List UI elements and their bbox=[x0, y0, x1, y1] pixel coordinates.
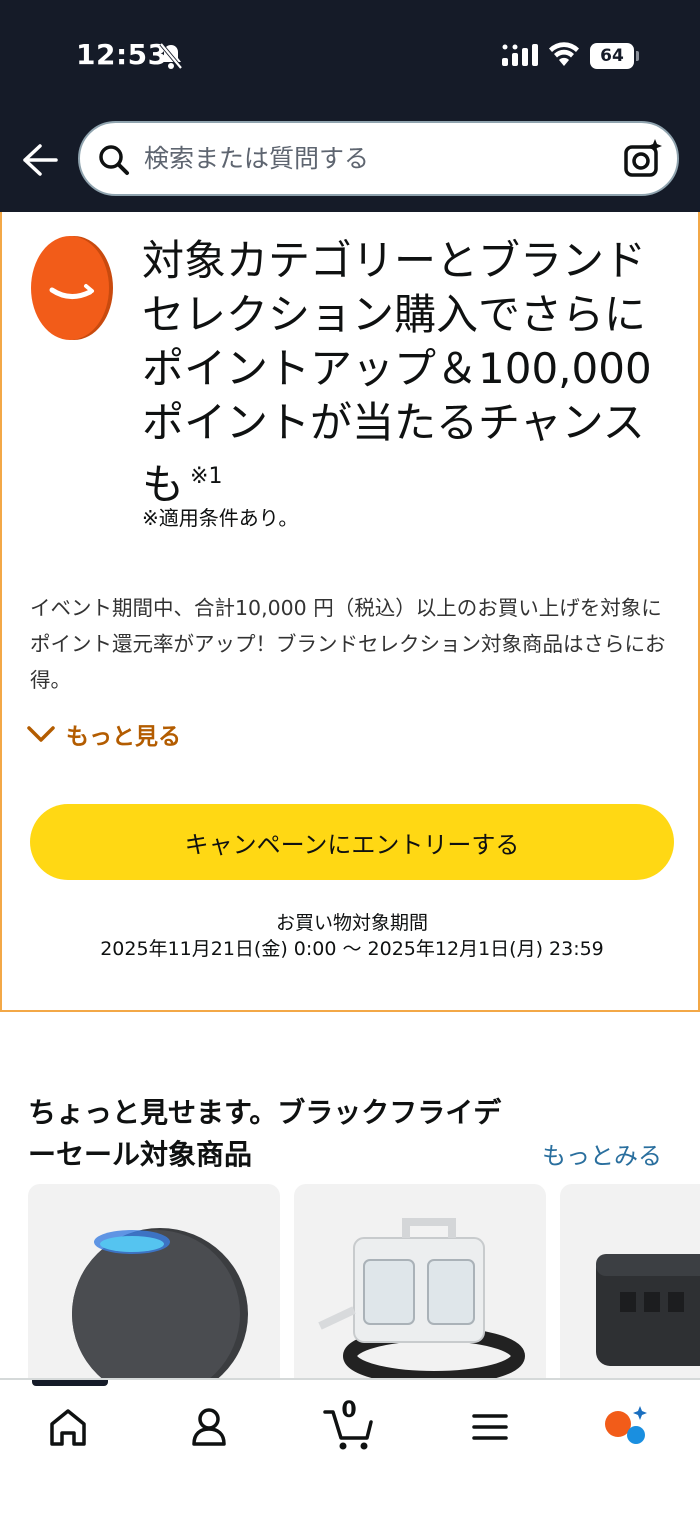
product-card[interactable] bbox=[28, 1184, 280, 1384]
condition-note: ※適用条件あり。 bbox=[142, 506, 299, 530]
carpet-cleaner-icon bbox=[318, 1218, 525, 1384]
nav-assistant[interactable] bbox=[598, 1402, 658, 1452]
product-card[interactable] bbox=[294, 1184, 546, 1384]
search-bar[interactable]: 検索または質問する bbox=[78, 121, 679, 196]
product-card[interactable] bbox=[560, 1184, 700, 1384]
bell-muted-icon bbox=[159, 42, 183, 70]
active-tab-indicator bbox=[32, 1380, 108, 1386]
smart-speaker-icon bbox=[72, 1228, 248, 1384]
home-icon bbox=[50, 1409, 86, 1446]
nav-menu[interactable] bbox=[460, 1402, 520, 1452]
rufus-assistant-icon bbox=[605, 1406, 647, 1444]
amazon-coin-icon bbox=[31, 236, 113, 340]
search-icon bbox=[99, 145, 129, 175]
battery-level: 64 bbox=[590, 43, 634, 69]
nav-account[interactable] bbox=[179, 1402, 239, 1452]
user-icon bbox=[192, 1408, 226, 1446]
period-range: 2025年11月21日(金) 0:00 〜 2025年12月1日(月) 23:5… bbox=[100, 938, 604, 960]
section-title: ちょっと見せます。ブラックフライデーセール対象商品 bbox=[28, 1096, 502, 1171]
period-title: お買い物対象期間 bbox=[275, 912, 428, 934]
nav-home[interactable] bbox=[38, 1402, 98, 1452]
campaign-headline: 対象カテゴリーとブランドセレクション購入でさらに ポイントアップ＆100,000… bbox=[142, 234, 662, 512]
show-more-link[interactable]: もっと見る bbox=[26, 716, 181, 752]
show-more-label: もっと見る bbox=[66, 724, 181, 750]
battery-indicator: 64 bbox=[590, 43, 640, 69]
hamburger-menu-icon bbox=[472, 1414, 508, 1440]
wifi-icon bbox=[549, 42, 579, 66]
campaign-description: イベント期間中、合計10,000 円（税込）以上のお買い上げを対象にポイント還元… bbox=[30, 596, 666, 692]
bottom-navigation: 0 bbox=[0, 1378, 700, 1521]
section-more-link[interactable]: もっとみる bbox=[542, 1136, 662, 1171]
nav-cart[interactable]: 0 bbox=[319, 1398, 379, 1452]
portable-power-station-icon bbox=[596, 1254, 700, 1366]
signal-icon bbox=[502, 44, 538, 66]
battery-tip bbox=[636, 51, 639, 61]
campaign-entry-button[interactable]: キャンペーンにエントリーする bbox=[30, 804, 674, 880]
campaign-panel: 対象カテゴリーとブランドセレクション購入でさらに ポイントアップ＆100,000… bbox=[0, 212, 700, 1012]
status-time: 12:53 bbox=[76, 38, 168, 71]
camera-lens-icon[interactable] bbox=[624, 139, 662, 177]
product-carousel[interactable] bbox=[28, 1184, 700, 1384]
back-arrow-icon[interactable] bbox=[20, 142, 58, 178]
search-input[interactable]: 検索または質問する bbox=[144, 123, 369, 194]
top-header: 12:53 64 検索または質問する bbox=[0, 0, 700, 212]
chevron-down-icon bbox=[27, 726, 55, 742]
cart-count: 0 bbox=[341, 1398, 357, 1423]
headline-footnote-mark: ※1 bbox=[190, 464, 223, 489]
